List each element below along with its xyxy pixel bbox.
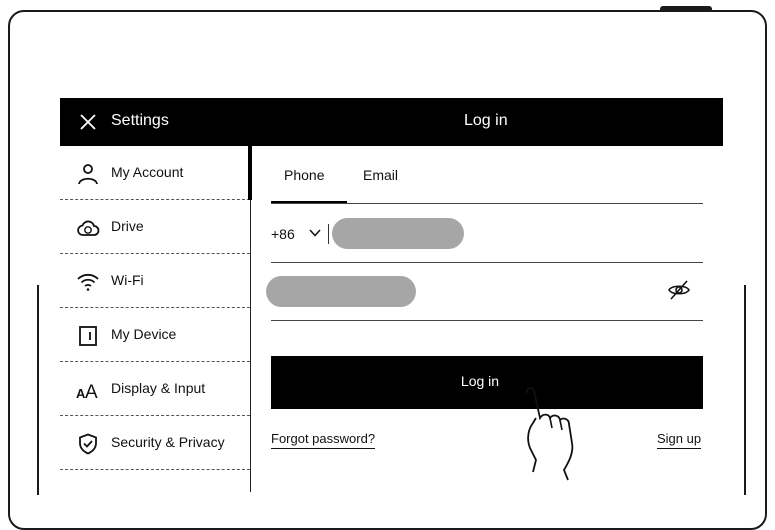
tab-email[interactable]: Email: [363, 167, 398, 183]
sidebar-item-drive[interactable]: Drive: [60, 200, 250, 254]
device-side-left: [37, 285, 39, 495]
sidebar-item-wifi[interactable]: Wi-Fi: [60, 254, 250, 308]
page-title: Log in: [464, 112, 508, 129]
title-bar: Settings Log in: [60, 98, 723, 146]
phone-input[interactable]: [332, 218, 464, 249]
screen: Settings Log in My Account Drive Wi-Fi M…: [60, 98, 723, 492]
user-icon: [76, 162, 100, 186]
device-side-right: [744, 285, 746, 495]
close-icon[interactable]: [76, 110, 100, 134]
tap-hand-icon: [506, 368, 606, 492]
text-cursor: [328, 224, 329, 244]
tab-phone[interactable]: Phone: [284, 167, 324, 183]
sidebar-item-my-account[interactable]: My Account: [60, 146, 252, 200]
wifi-icon: [76, 270, 100, 294]
eye-off-icon[interactable]: [666, 278, 692, 302]
svg-text:A: A: [85, 382, 98, 402]
device-icon: [76, 324, 100, 348]
sidebar-item-label: Drive: [111, 218, 144, 234]
settings-sidebar: My Account Drive Wi-Fi My Device AA Disp…: [60, 146, 252, 492]
sidebar-item-partial[interactable]: [60, 470, 250, 492]
sidebar-item-display-input[interactable]: AA Display & Input: [60, 362, 250, 416]
login-button-label: Log in: [460, 373, 500, 389]
country-code[interactable]: +86: [271, 226, 295, 242]
login-button[interactable]: Log in: [271, 356, 703, 409]
password-input[interactable]: [266, 276, 416, 307]
chevron-down-icon[interactable]: [308, 227, 322, 239]
partial-icon: [76, 486, 100, 492]
sidebar-item-security-privacy[interactable]: Security & Privacy: [60, 416, 250, 470]
phone-field-underline: [271, 262, 703, 263]
shield-icon: [76, 432, 100, 456]
sidebar-item-label: Security & Privacy: [111, 434, 225, 450]
forgot-password-link[interactable]: Forgot password?: [271, 431, 376, 449]
sign-up-link[interactable]: Sign up: [657, 431, 702, 449]
sidebar-item-label: Display & Input: [111, 380, 206, 396]
sidebar-item-label: Wi-Fi: [111, 272, 144, 288]
password-field-underline: [271, 320, 703, 321]
settings-title: Settings: [111, 112, 169, 129]
sidebar-item-label: My Account: [111, 164, 184, 180]
sidebar-item-my-device[interactable]: My Device: [60, 308, 250, 362]
sidebar-item-label: My Device: [111, 326, 177, 342]
power-button: [660, 6, 712, 12]
tab-divider: [271, 203, 703, 204]
cloud-icon: [76, 216, 100, 240]
font-size-icon: AA: [76, 378, 100, 402]
